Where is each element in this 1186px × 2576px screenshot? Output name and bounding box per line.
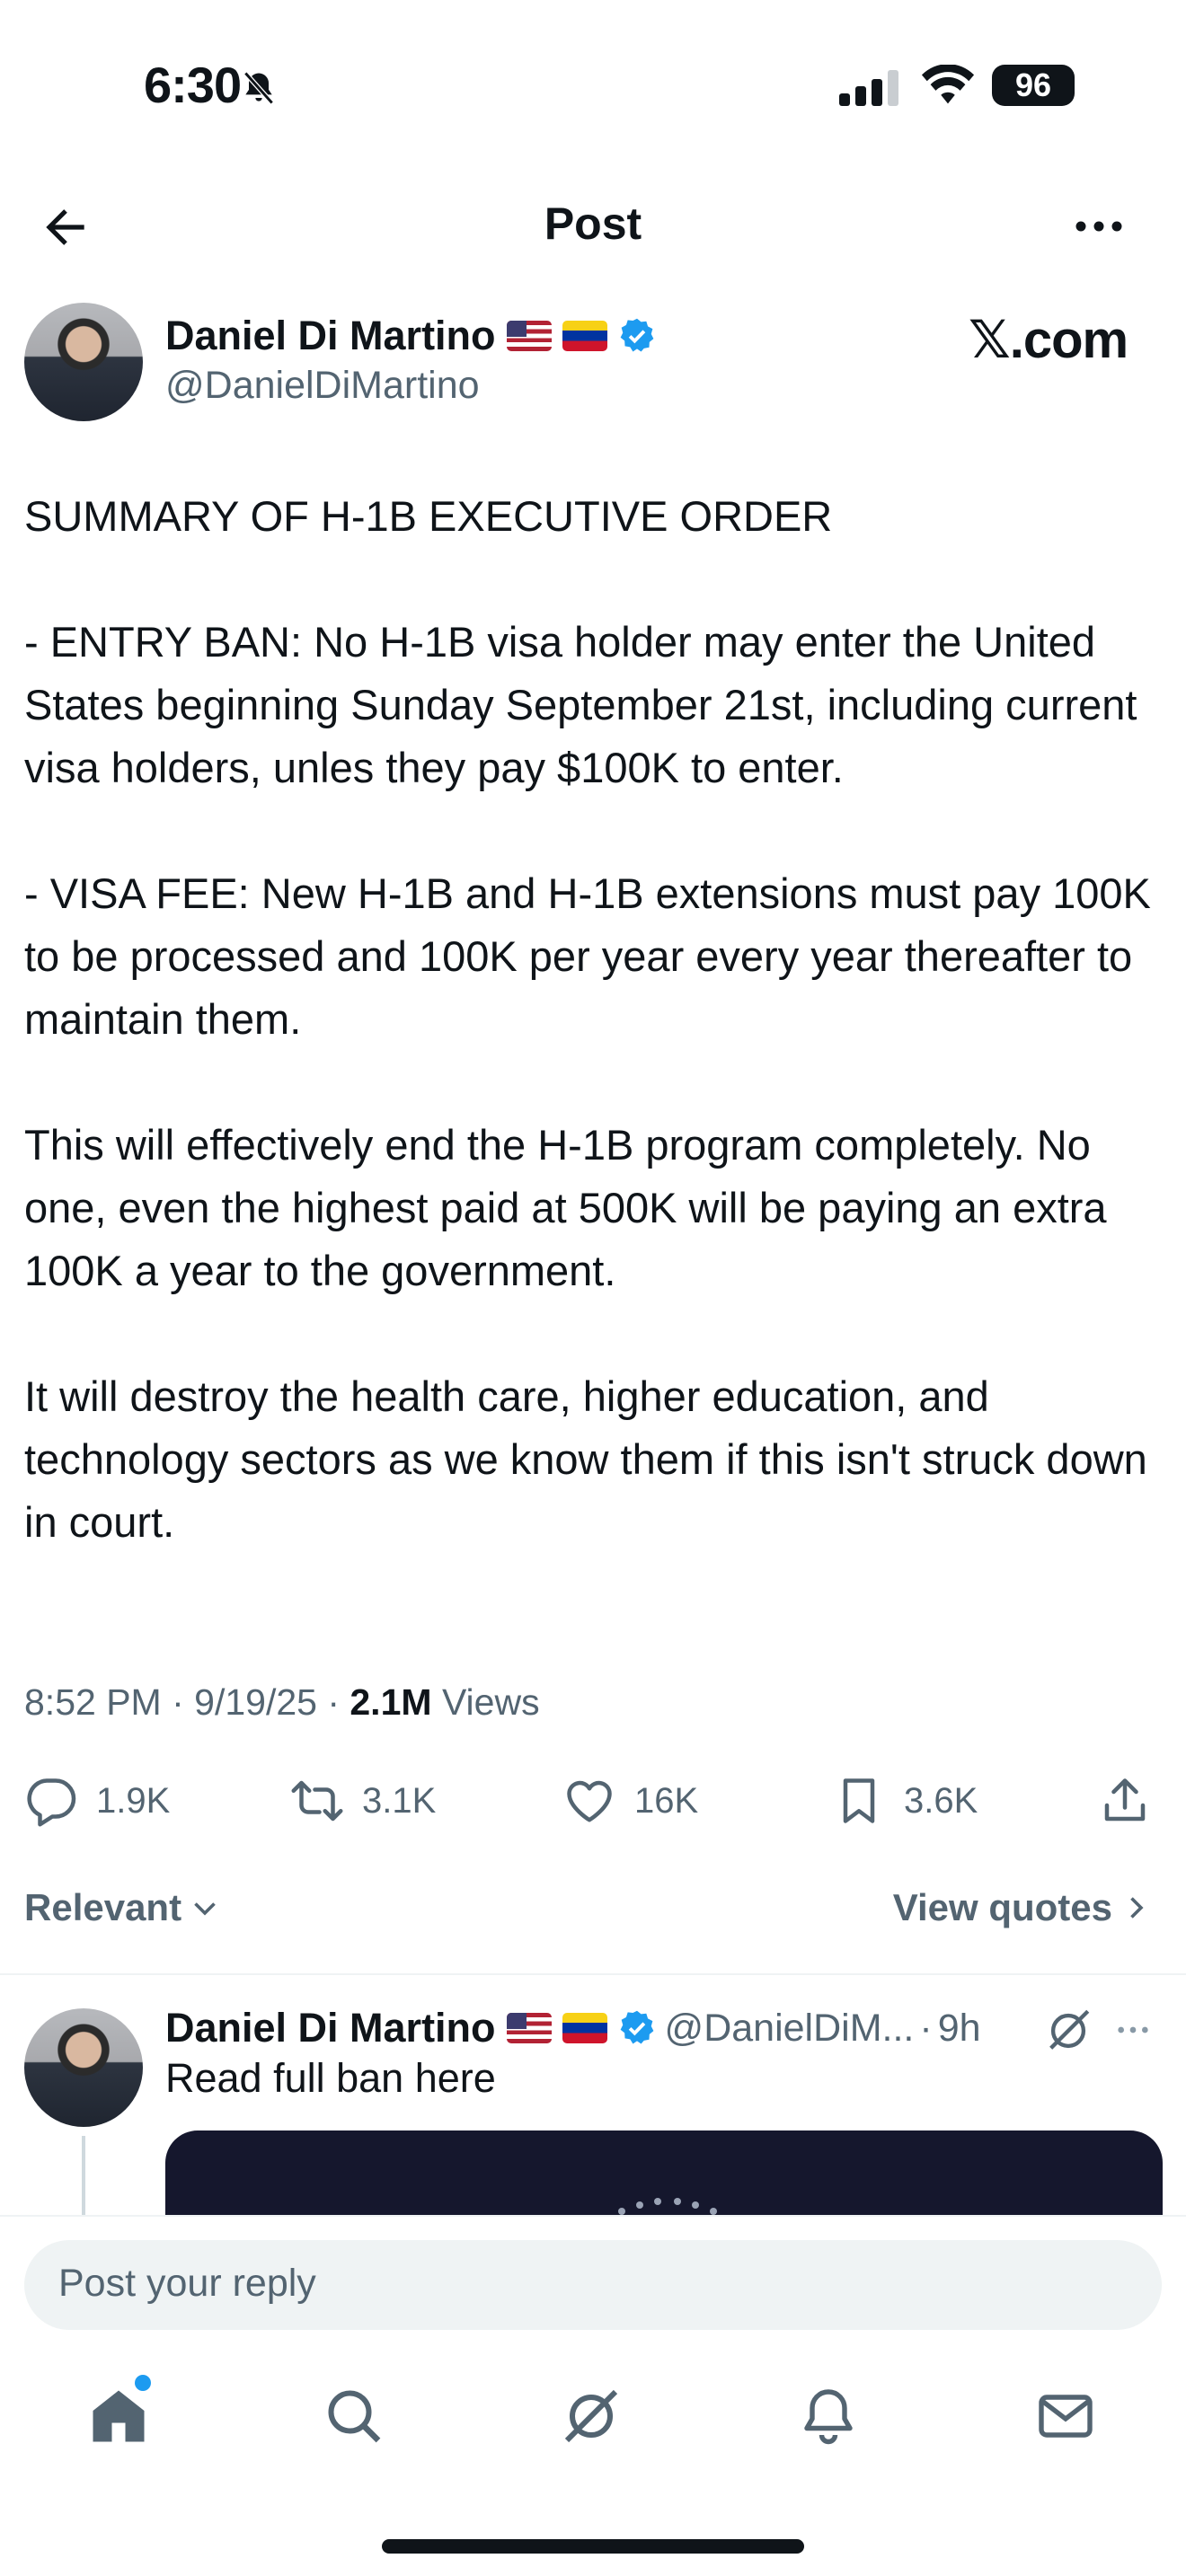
venezuela-flag-icon <box>562 321 607 351</box>
search-icon <box>328 2390 381 2443</box>
author-name-row[interactable]: Daniel Di Martino <box>165 313 656 359</box>
us-flag-icon <box>506 2013 552 2043</box>
view-quotes-label: View quotes <box>892 1886 1112 1928</box>
grok-icon[interactable] <box>1042 2005 1094 2057</box>
us-flag-icon <box>506 321 552 351</box>
like-button[interactable]: 16K <box>562 1774 698 1828</box>
reply-author-handle[interactable]: @DanielDiM... <box>665 2007 915 2051</box>
post-body: SUMMARY OF H-1B EXECUTIVE ORDER - ENTRY … <box>24 492 1151 1546</box>
tab-notifications[interactable] <box>796 2384 861 2453</box>
reply-text: Read full ban here <box>165 2055 496 2101</box>
bookmark-button[interactable]: 3.6K <box>832 1774 978 1828</box>
author-handle[interactable]: @DanielDiMartino <box>165 364 480 408</box>
bookmark-icon <box>843 1778 875 1823</box>
home-indicator <box>382 2539 804 2554</box>
repost-count: 3.1K <box>362 1780 437 1821</box>
view-quotes-link[interactable]: View quotes <box>893 1886 1152 1929</box>
home-notification-dot <box>135 2375 151 2391</box>
section-divider <box>0 1973 1186 1975</box>
post-time: 8:52 PM <box>24 1681 162 1723</box>
reply-age: 9h <box>937 2006 981 2050</box>
bell-muted-icon <box>243 71 274 105</box>
xcom-watermark: 𝕏.com <box>969 311 1128 369</box>
battery-indicator: 96 <box>992 65 1075 106</box>
sort-dropdown[interactable]: Relevant <box>24 1886 221 1929</box>
separator-dot: · <box>919 2006 933 2050</box>
tab-search[interactable] <box>322 2384 386 2453</box>
verified-badge-icon <box>620 318 653 352</box>
bookmark-count: 3.6K <box>904 1780 978 1821</box>
share-button[interactable] <box>1098 1774 1152 1828</box>
reply-button[interactable]: 1.9K <box>24 1774 170 1828</box>
heart-icon <box>567 1780 612 1822</box>
tab-messages[interactable] <box>1033 2384 1098 2453</box>
chevron-down-icon <box>194 1902 216 1916</box>
views-count: 2.1M <box>350 1681 432 1723</box>
repost-icon <box>291 1780 343 1822</box>
cellular-signal-icon <box>839 70 898 106</box>
thread-line <box>82 2136 85 2217</box>
sort-label: Relevant <box>24 1886 182 1928</box>
views-label: Views <box>441 1681 540 1723</box>
share-icon <box>1104 1778 1146 1822</box>
author-name[interactable]: Daniel Di Martino <box>165 313 496 359</box>
bell-icon <box>804 2389 853 2445</box>
tab-grok[interactable] <box>559 2384 624 2453</box>
tab-home[interactable] <box>86 2384 151 2453</box>
home-icon <box>93 2390 145 2442</box>
status-time: 6:30 <box>144 57 242 113</box>
more-options-icon[interactable] <box>1069 199 1128 253</box>
venezuela-flag-icon <box>562 2013 607 2043</box>
reply-author-name[interactable]: Daniel Di Martino <box>165 2005 496 2051</box>
post-date: 9/19/25 <box>194 1681 317 1723</box>
wifi-icon <box>921 65 975 104</box>
chevron-right-icon <box>1130 1897 1144 1919</box>
reply-avatar[interactable] <box>24 2008 143 2127</box>
reply-count: 1.9K <box>96 1780 171 1821</box>
post-meta: 8:52 PM · 9/19/25 · 2.1M Views <box>24 1681 540 1723</box>
envelope-icon <box>1039 2395 1093 2438</box>
author-avatar[interactable] <box>24 303 143 421</box>
reply-more-icon[interactable] <box>1111 2012 1155 2048</box>
reply-input[interactable]: Post your reply <box>24 2240 1162 2330</box>
repost-button[interactable]: 3.1K <box>290 1774 436 1828</box>
grok-icon <box>564 2389 618 2443</box>
reply-header[interactable]: Daniel Di Martino @DanielDiM... · 9h <box>165 2005 981 2051</box>
verified-badge-icon <box>620 2010 653 2044</box>
reply-icon <box>27 1778 76 1827</box>
like-count: 16K <box>634 1780 699 1821</box>
page-title: Post <box>544 198 642 249</box>
